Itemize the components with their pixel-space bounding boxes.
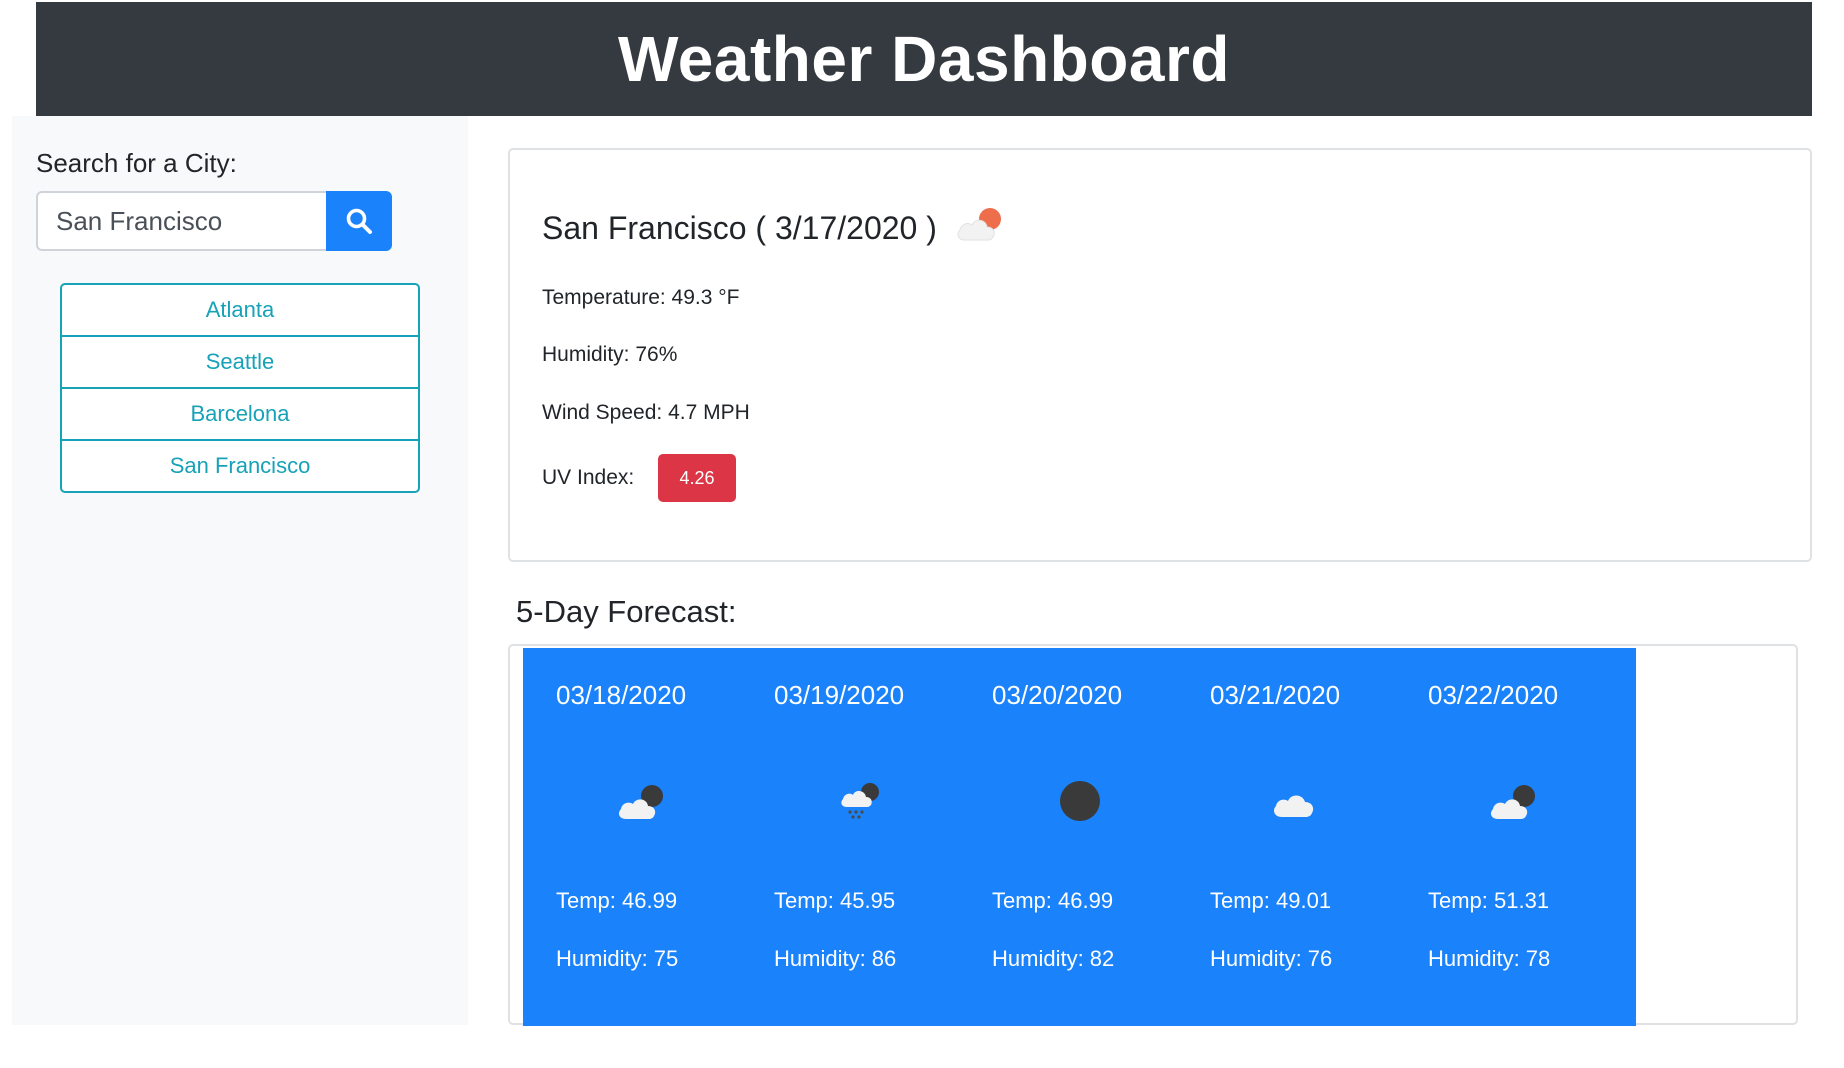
partly-cloudy-night-icon: [523, 778, 764, 824]
forecast-container: 03/18/2020 Temp: 46.99 Humidity: 75 03/1…: [508, 644, 1798, 1026]
forecast-temp: Temp: 46.99: [556, 888, 678, 913]
clear-night-icon: [959, 778, 1200, 824]
forecast-card: 03/18/2020 Temp: 46.99 Humidity: 75: [523, 648, 764, 1026]
search-history-list: Atlanta Seattle Barcelona San Francisco: [60, 283, 420, 493]
search-label: Search for a City:: [36, 148, 237, 178]
history-item-barcelona[interactable]: Barcelona: [62, 387, 418, 439]
partly-cloudy-day-icon: [953, 202, 1009, 254]
current-humidity: Humidity: 76%: [542, 343, 678, 366]
current-weather-card: San Francisco ( 3/17/2020 ) Temperature:…: [508, 148, 1812, 562]
history-item-atlanta[interactable]: Atlanta: [62, 285, 418, 335]
search-button[interactable]: [326, 191, 392, 251]
current-city-heading: San Francisco ( 3/17/2020 ): [542, 202, 1009, 254]
search-icon: [346, 208, 372, 234]
forecast-title: 5-Day Forecast:: [516, 594, 737, 629]
forecast-date: 03/21/2020: [1210, 680, 1341, 710]
forecast-humidity: Humidity: 78: [1428, 946, 1551, 971]
forecast-temp: Temp: 51.31: [1428, 888, 1550, 913]
forecast-humidity: Humidity: 76: [1210, 946, 1333, 971]
header-bar: Weather Dashboard: [36, 2, 1812, 116]
forecast-date: 03/22/2020: [1428, 680, 1559, 710]
forecast-card: 03/21/2020 Temp: 49.01 Humidity: 76: [1177, 648, 1418, 1026]
forecast-card: 03/20/2020 Temp: 46.99 Humidity: 82: [959, 648, 1200, 1026]
current-temperature: Temperature: 49.3 °F: [542, 286, 740, 309]
forecast-date: 03/18/2020: [556, 680, 687, 710]
current-wind-speed: Wind Speed: 4.7 MPH: [542, 401, 750, 424]
forecast-card: 03/22/2020 Temp: 51.31 Humidity: 78: [1395, 648, 1636, 1026]
history-item-san-francisco[interactable]: San Francisco: [62, 439, 418, 491]
forecast-temp: Temp: 49.01: [1210, 888, 1332, 913]
city-search-input[interactable]: [36, 191, 326, 251]
forecast-card: 03/19/2020 Temp: 45.95 Humidity: 86: [741, 648, 982, 1026]
forecast-temp: Temp: 45.95: [774, 888, 896, 913]
forecast-humidity: Humidity: 75: [556, 946, 679, 971]
forecast-temp: Temp: 46.99: [992, 888, 1114, 913]
search-form: [36, 191, 392, 251]
forecast-humidity: Humidity: 82: [992, 946, 1115, 971]
page-title: Weather Dashboard: [618, 23, 1230, 95]
sidebar: Search for a City: Atlanta Seattle Barce…: [12, 116, 468, 1025]
current-city-title: San Francisco ( 3/17/2020 ): [542, 209, 937, 246]
partly-cloudy-night-icon: [1395, 778, 1636, 824]
forecast-date: 03/20/2020: [992, 680, 1123, 710]
uv-index-label: UV Index:: [542, 466, 635, 489]
uv-index-badge: 4.26: [658, 454, 736, 502]
forecast-date: 03/19/2020: [774, 680, 905, 710]
cloud-icon: [1177, 778, 1418, 824]
history-item-seattle[interactable]: Seattle: [62, 335, 418, 387]
rain-night-icon: [741, 778, 982, 824]
forecast-humidity: Humidity: 86: [774, 946, 897, 971]
